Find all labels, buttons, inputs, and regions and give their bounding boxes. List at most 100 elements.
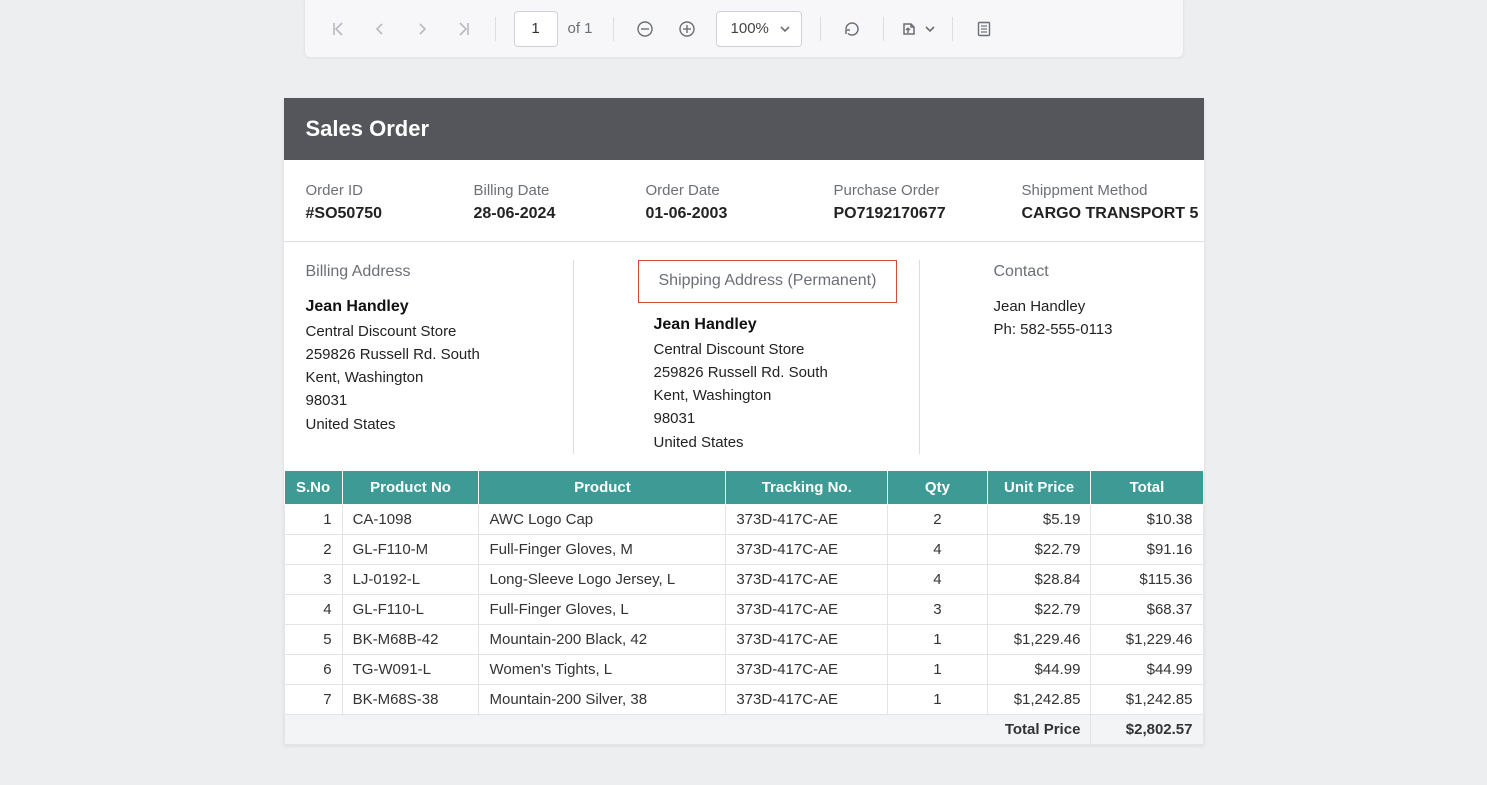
table-row: 6TG-W091-LWomen's Tights, L373D-417C-AE1… xyxy=(284,654,1203,684)
header-unitprice: Unit Price xyxy=(987,470,1091,504)
header-productno: Product No xyxy=(342,470,479,504)
prev-page-button[interactable] xyxy=(361,10,399,48)
plus-circle-icon xyxy=(678,20,696,38)
cell-unitprice: $22.79 xyxy=(987,534,1091,564)
cell-tracking: 373D-417C-AE xyxy=(726,594,888,624)
cell-total: $1,229.46 xyxy=(1091,624,1203,654)
zoom-in-button[interactable] xyxy=(668,10,706,48)
cell-unitprice: $1,242.85 xyxy=(987,684,1091,714)
toolbar-divider xyxy=(495,17,496,41)
table-row: 7BK-M68S-38Mountain-200 Silver, 38373D-4… xyxy=(284,684,1203,714)
shipping-citystate: Kent, Washington xyxy=(654,384,919,407)
toolbar-divider xyxy=(952,17,953,41)
cell-product: Full-Finger Gloves, M xyxy=(479,534,726,564)
cell-qty: 1 xyxy=(888,684,988,714)
last-page-icon xyxy=(456,21,472,37)
cell-unitprice: $22.79 xyxy=(987,594,1091,624)
address-row: Billing Address Jean Handley Central Dis… xyxy=(284,242,1204,470)
cell-sno: 4 xyxy=(284,594,342,624)
shipping-country: United States xyxy=(654,431,919,454)
cell-qty: 3 xyxy=(888,594,988,624)
billing-company: Central Discount Store xyxy=(306,320,563,343)
next-page-button[interactable] xyxy=(403,10,441,48)
cell-qty: 4 xyxy=(888,564,988,594)
toolbar-divider xyxy=(820,17,821,41)
zoom-out-button[interactable] xyxy=(626,10,664,48)
total-price-label: Total Price xyxy=(284,714,1091,744)
table-row: 3LJ-0192-LLong-Sleeve Logo Jersey, L373D… xyxy=(284,564,1203,594)
table-row: 2GL-F110-MFull-Finger Gloves, M373D-417C… xyxy=(284,534,1203,564)
cell-total: $44.99 xyxy=(1091,654,1203,684)
cell-qty: 2 xyxy=(888,504,988,534)
cell-unitprice: $5.19 xyxy=(987,504,1091,534)
cell-tracking: 373D-417C-AE xyxy=(726,504,888,534)
cell-productno: CA-1098 xyxy=(342,504,479,534)
zoom-level-value: 100% xyxy=(731,20,769,37)
header-sno: S.No xyxy=(284,470,342,504)
chevron-left-icon xyxy=(373,22,387,36)
chevron-right-icon xyxy=(415,22,429,36)
first-page-icon xyxy=(330,21,346,37)
header-tracking: Tracking No. xyxy=(726,470,888,504)
shipping-street: 259826 Russell Rd. South xyxy=(654,361,919,384)
billing-country: United States xyxy=(306,413,563,436)
order-id-value: #SO50750 xyxy=(306,205,474,223)
contact-block: Contact Jean Handley Ph: 582-555-0113 xyxy=(920,260,1113,454)
order-date-value: 01-06-2003 xyxy=(646,205,834,223)
cell-total: $10.38 xyxy=(1091,504,1203,534)
cell-sno: 3 xyxy=(284,564,342,594)
last-page-button[interactable] xyxy=(445,10,483,48)
refresh-icon xyxy=(843,20,861,38)
billing-street: 259826 Russell Rd. South xyxy=(306,343,563,366)
header-product: Product xyxy=(479,470,726,504)
cell-product: Mountain-200 Silver, 38 xyxy=(479,684,726,714)
order-id-label: Order ID xyxy=(306,182,474,199)
shipment-method-value: CARGO TRANSPORT 5 xyxy=(1022,205,1222,223)
page-icon xyxy=(975,20,993,38)
items-header-row: S.No Product No Product Tracking No. Qty… xyxy=(284,470,1203,504)
cell-unitprice: $44.99 xyxy=(987,654,1091,684)
cell-sno: 6 xyxy=(284,654,342,684)
cell-tracking: 373D-417C-AE xyxy=(726,654,888,684)
zoom-level-select[interactable]: 100% xyxy=(716,11,802,47)
refresh-button[interactable] xyxy=(833,10,871,48)
cell-productno: BK-M68B-42 xyxy=(342,624,479,654)
cell-qty: 4 xyxy=(888,534,988,564)
billing-date-value: 28-06-2024 xyxy=(474,205,646,223)
order-date-label: Order Date xyxy=(646,182,834,199)
cell-product: Long-Sleeve Logo Jersey, L xyxy=(479,564,726,594)
cell-unitprice: $28.84 xyxy=(987,564,1091,594)
purchase-order-value: PO7192170677 xyxy=(834,205,1022,223)
chevron-down-icon xyxy=(779,23,791,35)
export-button[interactable] xyxy=(896,20,940,38)
cell-total: $91.16 xyxy=(1091,534,1203,564)
billing-address-title: Billing Address xyxy=(306,260,563,285)
first-page-button[interactable] xyxy=(319,10,357,48)
billing-address-block: Billing Address Jean Handley Central Dis… xyxy=(306,260,574,454)
cell-productno: TG-W091-L xyxy=(342,654,479,684)
toolbar-divider xyxy=(613,17,614,41)
cell-productno: GL-F110-L xyxy=(342,594,479,624)
cell-sno: 1 xyxy=(284,504,342,534)
items-table: S.No Product No Product Tracking No. Qty… xyxy=(284,470,1204,745)
cell-sno: 2 xyxy=(284,534,342,564)
contact-phone: Ph: 582-555-0113 xyxy=(994,318,1113,341)
purchase-order-label: Purchase Order xyxy=(834,182,1022,199)
cell-total: $68.37 xyxy=(1091,594,1203,624)
cell-tracking: 373D-417C-AE xyxy=(726,624,888,654)
page-setup-button[interactable] xyxy=(965,10,1003,48)
cell-product: Full-Finger Gloves, L xyxy=(479,594,726,624)
table-row: 5BK-M68B-42Mountain-200 Black, 42373D-41… xyxy=(284,624,1203,654)
table-row: 4GL-F110-LFull-Finger Gloves, L373D-417C… xyxy=(284,594,1203,624)
cell-tracking: 373D-417C-AE xyxy=(726,534,888,564)
page-number-input[interactable] xyxy=(514,11,558,47)
report-title: Sales Order xyxy=(284,98,1204,160)
cell-sno: 5 xyxy=(284,624,342,654)
report-toolbar: of 1 100% xyxy=(304,0,1184,58)
header-qty: Qty xyxy=(888,470,988,504)
shipping-company: Central Discount Store xyxy=(654,338,919,361)
minus-circle-icon xyxy=(636,20,654,38)
cell-qty: 1 xyxy=(888,624,988,654)
report-page: Sales Order Order ID #SO50750 Billing Da… xyxy=(284,98,1204,745)
cell-sno: 7 xyxy=(284,684,342,714)
